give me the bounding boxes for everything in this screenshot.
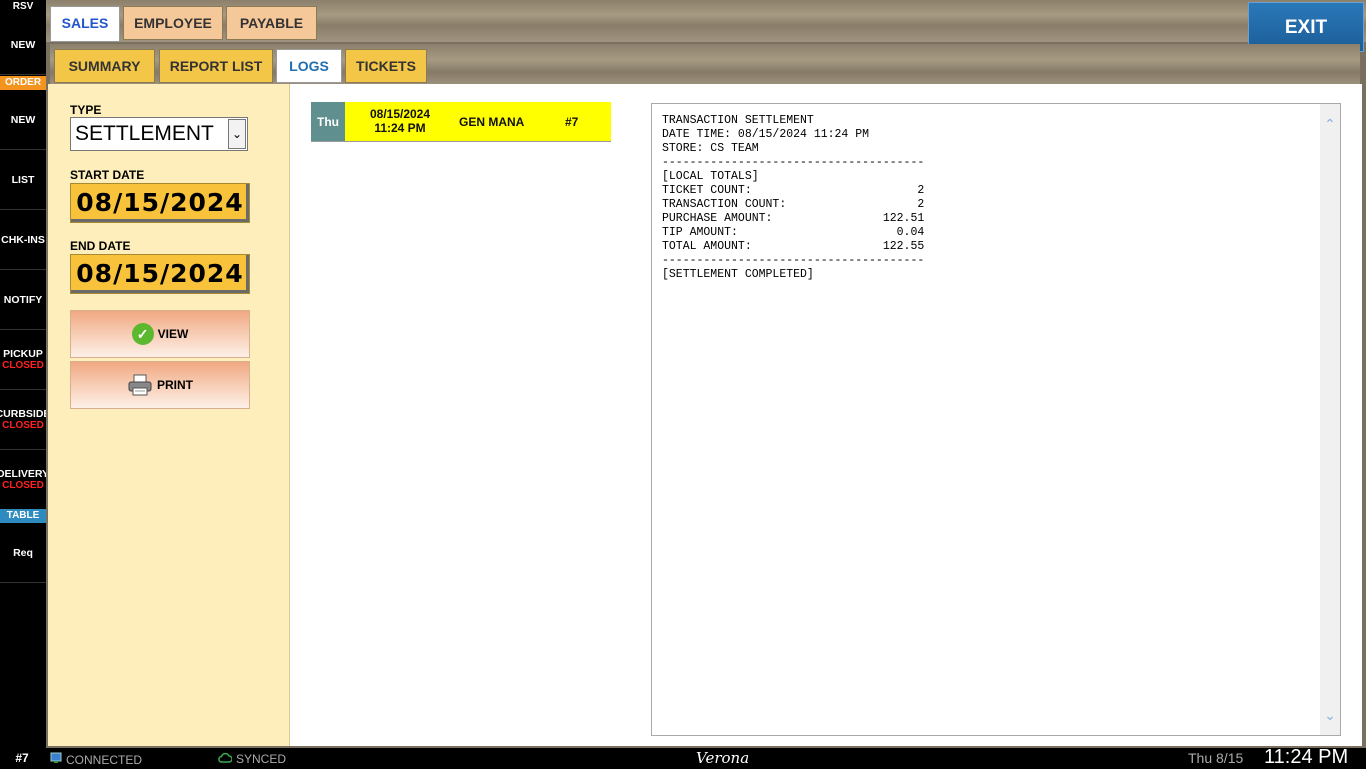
status-date: Thu 8/15 [1188, 750, 1244, 766]
log-row[interactable]: Thu 08/15/2024 11:24 PM GEN MANA #7 [311, 102, 611, 142]
synced-label: SYNCED [236, 752, 287, 766]
sidebar: RSV NEW ORDER NEW LIST CHK-INS NOTIFY PI… [0, 0, 46, 748]
content-area: TYPE SETTLEMENT ⌄ START DATE 08/15/2024 … [48, 84, 1362, 746]
log-row-body: 08/15/2024 11:24 PM GEN MANA #7 [345, 102, 611, 141]
end-date-field[interactable]: 08/15/2024 [70, 254, 250, 294]
tab-employee[interactable]: EMPLOYEE [123, 6, 223, 40]
chevron-down-icon[interactable]: ⌄ [1320, 705, 1340, 725]
sidebar-item-order-new[interactable]: NEW [0, 90, 46, 150]
sidebar-item-label: NEW [10, 113, 36, 126]
print-label: PRINT [157, 378, 193, 392]
type-value: SETTLEMENT [75, 122, 214, 145]
view-label: VIEW [157, 327, 189, 341]
sidebar-item-notify[interactable]: NOTIFY [0, 270, 46, 330]
log-time: 11:24 PM [374, 121, 426, 135]
print-button[interactable]: PRINT [70, 361, 250, 409]
sidebar-header-order: ORDER [0, 76, 46, 90]
start-date-label: START DATE [70, 168, 145, 182]
filter-panel: TYPE SETTLEMENT ⌄ START DATE 08/15/2024 … [48, 84, 290, 746]
sidebar-item-list[interactable]: LIST [0, 150, 46, 210]
connection-status: CONNECTED [50, 752, 142, 767]
view-button[interactable]: ✓ VIEW [70, 310, 250, 358]
sidebar-item-label: PICKUP [3, 348, 43, 360]
sidebar-item-chk-ins[interactable]: CHK-INS [0, 210, 46, 270]
tab-logs[interactable]: LOGS [276, 49, 342, 83]
log-datetime: 08/15/2024 11:24 PM [355, 107, 445, 135]
sidebar-item-label: Req [13, 546, 33, 559]
sidebar-item-label: DELIVERY [0, 468, 46, 480]
start-date-field[interactable]: 08/15/2024 [70, 183, 250, 223]
tab-sales[interactable]: SALES [50, 6, 120, 42]
tab-payable[interactable]: PAYABLE [226, 6, 317, 40]
status-bar: #7 CONNECTED SYNCED Verona Thu 8/15 11:2… [0, 746, 1366, 768]
sidebar-item-req[interactable]: Req [0, 523, 46, 583]
sidebar-item-curbside[interactable]: CURBSIDE CLOSED [0, 390, 46, 450]
receipt-text: TRANSACTION SETTLEMENT DATE TIME: 08/15/… [662, 114, 925, 281]
check-icon: ✓ [131, 323, 154, 345]
chevron-down-icon[interactable]: ⌄ [228, 119, 246, 149]
chevron-up-icon[interactable]: ⌃ [1320, 114, 1340, 134]
sidebar-item-label: LIST [11, 173, 35, 186]
type-label: TYPE [70, 103, 102, 117]
sidebar-header-table: TABLE [0, 509, 46, 523]
log-employee: GEN MANA [459, 115, 525, 129]
main-frame: SALES EMPLOYEE PAYABLE EXIT SUMMARY REPO… [46, 0, 1366, 748]
tab-summary[interactable]: SUMMARY [54, 49, 155, 83]
network-icon [50, 752, 62, 767]
sidebar-item-pickup[interactable]: PICKUP CLOSED [0, 330, 46, 390]
sidebar-item-rsv-new[interactable]: NEW [0, 15, 46, 75]
printer-icon [127, 374, 153, 396]
sidebar-item-label: CHK-INS [1, 233, 45, 246]
sync-status: SYNCED [218, 752, 286, 766]
sidebar-item-label: NEW [10, 38, 36, 51]
sidebar-item-label: CURBSIDE [0, 408, 46, 420]
log-date: 08/15/2024 [369, 107, 431, 121]
receipt-panel: TRANSACTION SETTLEMENT DATE TIME: 08/15/… [651, 103, 1341, 736]
receipt-scrollbar[interactable]: ⌃ ⌄ [1320, 104, 1340, 735]
cloud-icon [218, 752, 233, 766]
sidebar-item-label: NOTIFY [3, 293, 43, 306]
sidebar-item-delivery[interactable]: DELIVERY CLOSED [0, 450, 46, 510]
tab-report-list[interactable]: REPORT LIST [159, 49, 273, 83]
curbside-status: CLOSED [2, 420, 44, 431]
end-date-label: END DATE [70, 239, 131, 253]
delivery-status: CLOSED [2, 480, 44, 491]
log-ticket-number: #7 [565, 115, 579, 129]
log-day: Thu [311, 102, 345, 141]
pickup-status: CLOSED [2, 360, 44, 371]
connected-label: CONNECTED [66, 752, 143, 767]
type-select[interactable]: SETTLEMENT ⌄ [70, 117, 248, 151]
tab-tickets[interactable]: TICKETS [345, 49, 427, 83]
status-time: 11:24 PM [1264, 746, 1349, 768]
brand-name: Verona [696, 749, 750, 767]
sidebar-header-rsv: RSV [12, 1, 34, 12]
status-ticket: #7 [15, 751, 29, 765]
